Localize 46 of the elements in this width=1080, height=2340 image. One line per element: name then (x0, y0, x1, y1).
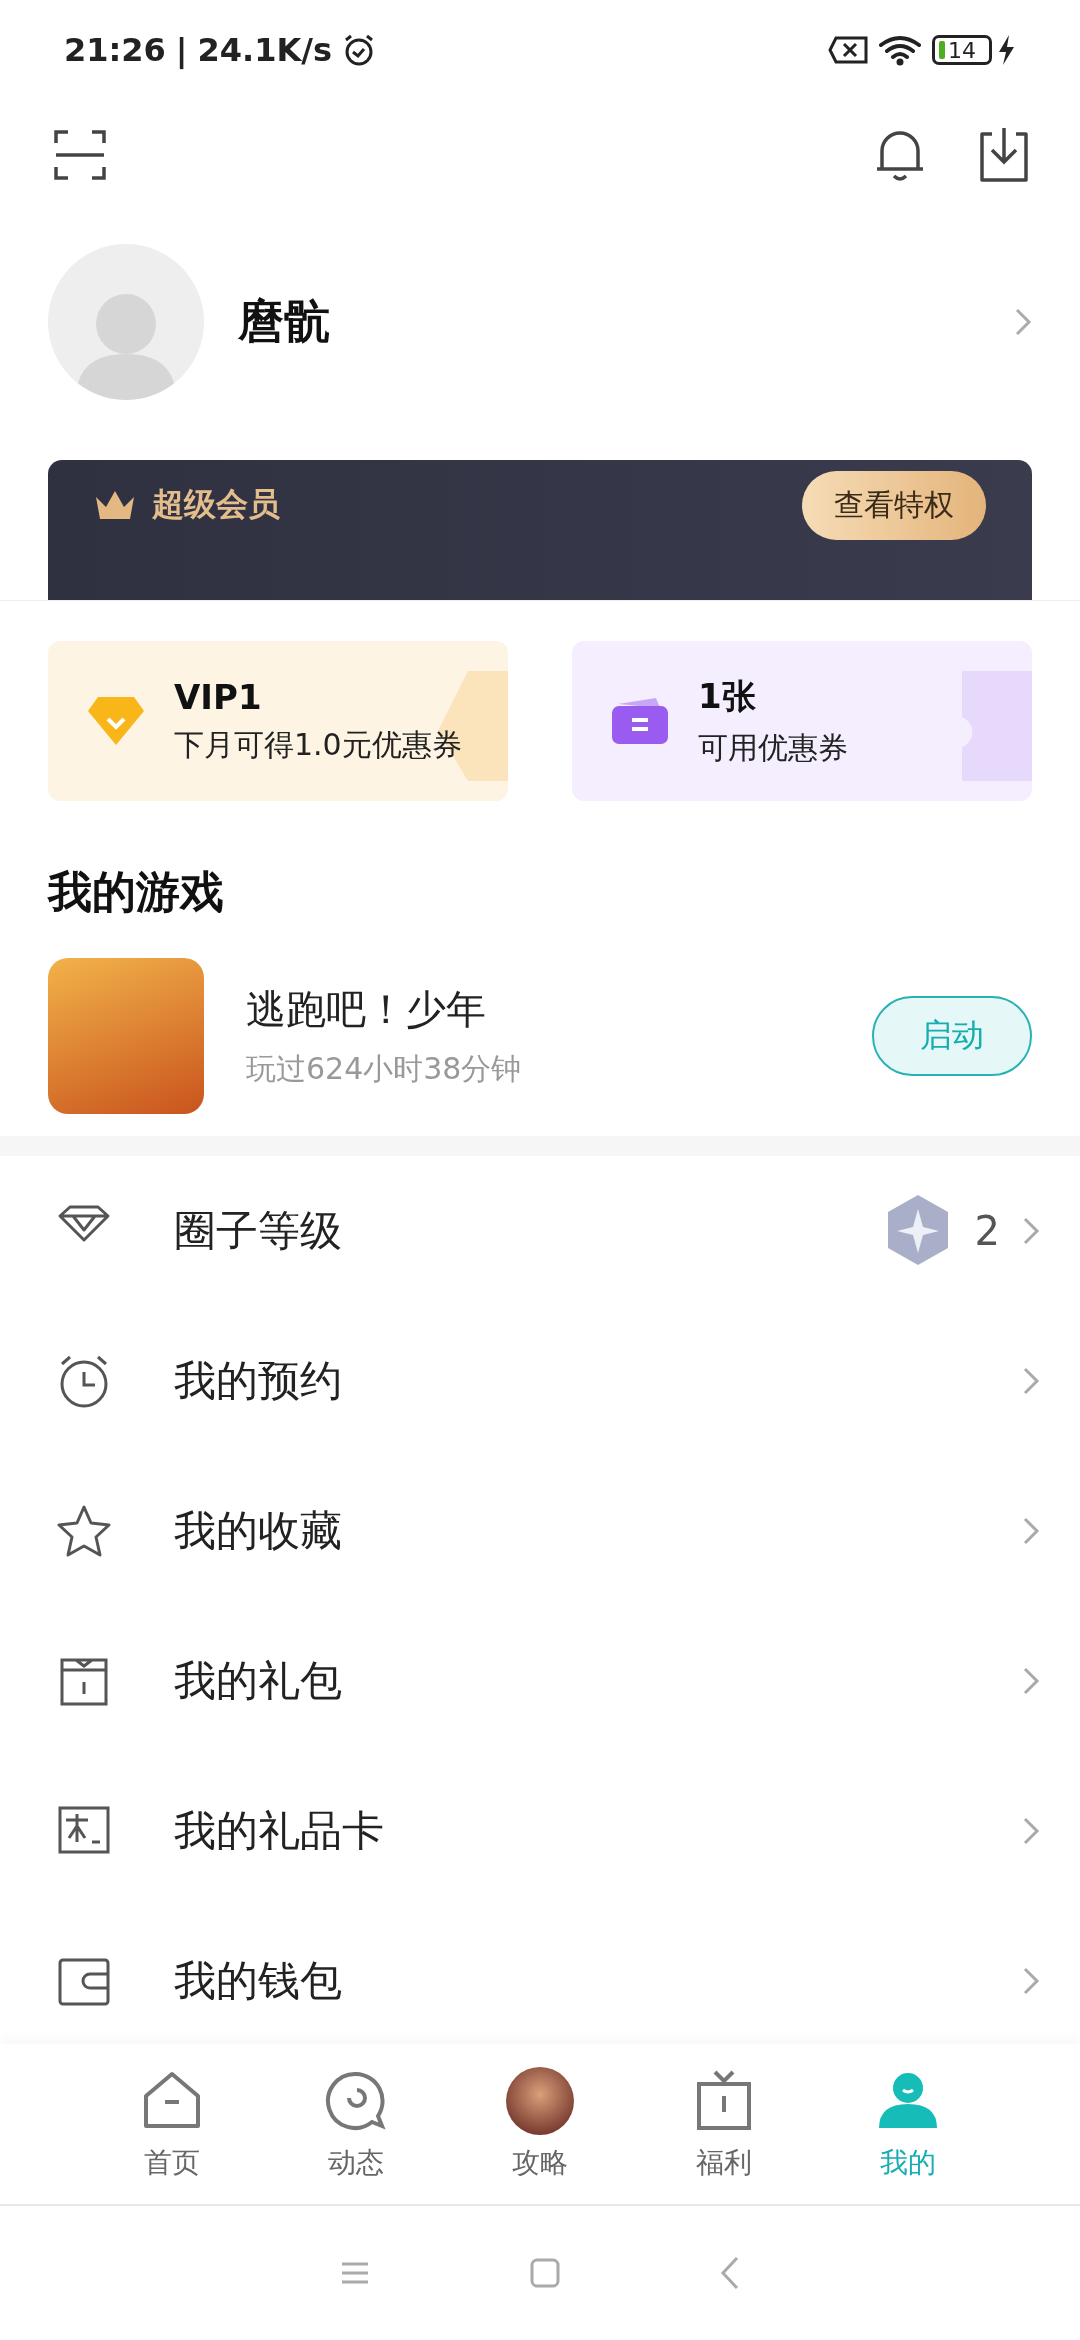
card-subtitle: 可用优惠券 (698, 728, 848, 767)
chevron-right-icon (1022, 1666, 1040, 1696)
card-title: 1张 (698, 674, 757, 718)
scan-icon[interactable] (54, 129, 106, 181)
user-name: 麿骯 (238, 293, 331, 350)
level-value: 2 (974, 1208, 1000, 1254)
back-icon[interactable] (720, 2256, 740, 2290)
menu-item[interactable]: 圈子等级 2 (0, 1156, 1080, 1306)
card-title: VIP1 (174, 676, 263, 717)
game-title: 逃跑吧！少年 (246, 985, 487, 1034)
star-icon (56, 1504, 112, 1558)
ticket-icon (610, 696, 670, 746)
chevron-right-icon (1022, 1366, 1040, 1396)
wifi-icon (878, 34, 922, 66)
nav-tab[interactable]: 攻略 (512, 2144, 568, 2182)
chevron-right-icon[interactable] (1014, 307, 1032, 337)
coupon-card[interactable]: 1张 可用优惠券 (572, 641, 1032, 801)
chevron-right-icon (1022, 1816, 1040, 1846)
home-square-icon[interactable] (530, 2258, 560, 2288)
nav-tab[interactable]: 首页 (144, 2144, 200, 2182)
status-time: 21:26 (64, 31, 166, 69)
gem-icon (86, 695, 146, 747)
menu-item[interactable]: 我的钱包 (0, 1906, 1080, 2044)
menu-item[interactable]: 我的收藏 (0, 1456, 1080, 1606)
nav-tab[interactable]: 动态 (328, 2144, 384, 2182)
chevron-right-icon (1022, 1966, 1040, 1996)
chevron-right-icon (1022, 1216, 1040, 1246)
vip-level-card[interactable]: VIP1 下月可得1.0元优惠券 (48, 641, 508, 801)
card-subtitle: 下月可得1.0元优惠券 (174, 725, 462, 764)
nav-tab[interactable]: 福利 (696, 2144, 752, 2182)
menu-item[interactable]: 我的预约 (0, 1306, 1080, 1456)
status-separator: | (175, 31, 188, 69)
view-privileges-button[interactable]: 查看特权 (802, 470, 986, 540)
menu-icon[interactable] (340, 2261, 370, 2285)
menu-item[interactable]: 我的礼包 (0, 1606, 1080, 1756)
play-time: 玩过624小时38分钟 (246, 1050, 523, 1088)
section-title: 我的游戏 (46, 865, 225, 919)
network-speed: 24.1K/s (197, 31, 333, 69)
chat-bubble-icon[interactable] (325, 2070, 387, 2132)
charging-icon (996, 34, 1016, 66)
battery-icon: 14 (932, 35, 992, 65)
vip-banner[interactable]: 超级会员 查看特权 (48, 460, 1032, 600)
chevron-right-icon (1022, 1516, 1040, 1546)
banner-title: 超级会员 (152, 484, 280, 525)
sim-missing-icon (828, 35, 868, 65)
menu-item[interactable]: 我的礼品卡 (0, 1756, 1080, 1906)
